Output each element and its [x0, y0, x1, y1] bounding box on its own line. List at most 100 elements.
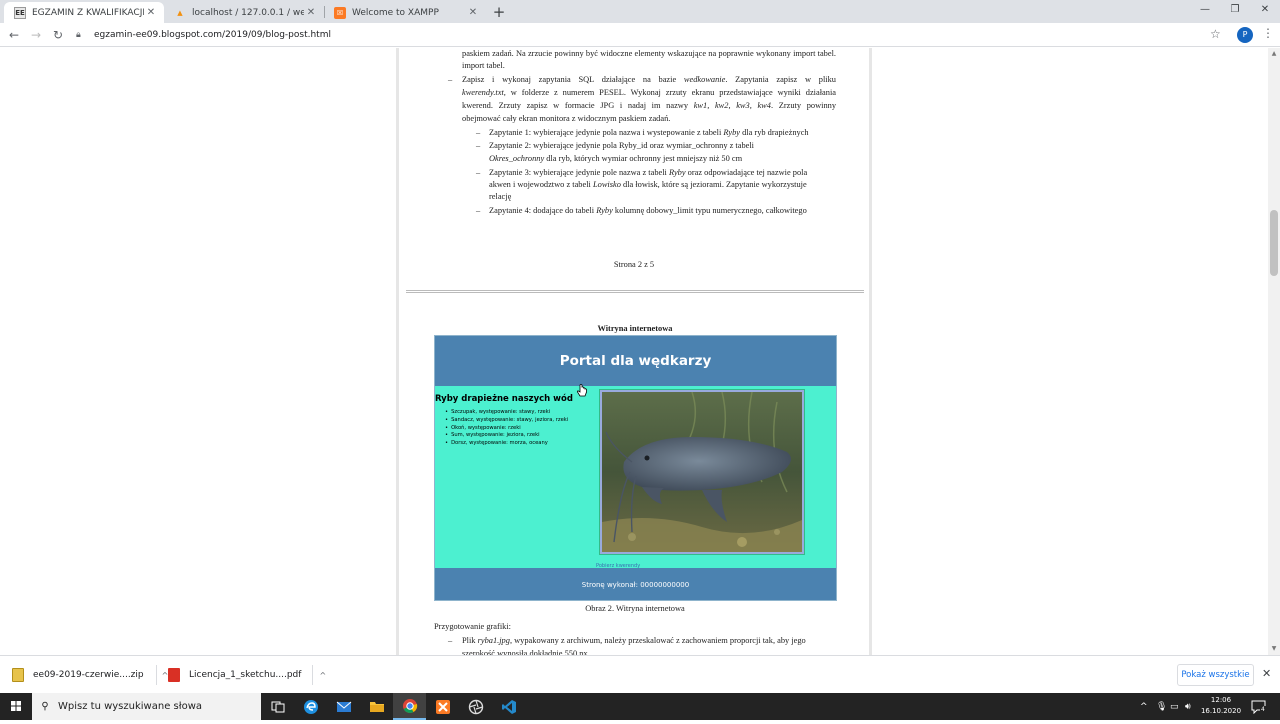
scroll-down-arrow-icon[interactable]: ▼ — [1268, 643, 1280, 655]
query-4: Zapytanie 4: dodające do tabeli Ryby kol… — [489, 206, 807, 215]
tab-title: Welcome to XAMPP — [352, 7, 439, 18]
new-tab-button[interactable]: + — [490, 3, 508, 21]
taskbar-chrome[interactable] — [393, 693, 426, 720]
paragraph-intro: paskiem zadań. Na zrzucie powinny być wi… — [462, 49, 836, 58]
page-number: Strona 2 z 5 — [613, 260, 655, 269]
tab-xampp[interactable]: ☒ Welcome to XAMPP ✕ — [324, 2, 486, 23]
volume-icon[interactable]: 🔊︎ — [1185, 693, 1191, 720]
search-placeholder: Wpisz tu wyszukiwane słowa — [58, 701, 203, 712]
list-item: Okoń, występowanie: rzeki — [445, 425, 568, 433]
list-dash: – — [448, 75, 453, 84]
document-edge — [396, 48, 399, 655]
reload-icon[interactable]: ↻ — [50, 27, 66, 43]
preview-header: Portal dla wędkarzy — [435, 336, 836, 386]
download-filename: ee09-2019-czerwie....zip — [33, 670, 144, 680]
query-1: Zapytanie 1: wybierające jedynie pola na… — [489, 128, 809, 137]
website-preview-image: Portal dla wędkarzy Ryby drapieżne naszy… — [434, 335, 837, 601]
download-shelf: ee09-2019-czerwie....zip ^ Licencja_1_sk… — [0, 655, 1280, 693]
browser-toolbar: ← → ↻ 🔒︎ egzamin-ee09.blogspot.com/2019/… — [0, 23, 1280, 47]
close-tab-icon[interactable]: ✕ — [304, 7, 318, 18]
figure-caption: Obraz 2. Witryna internetowa — [585, 604, 685, 613]
microphone-icon[interactable]: 🎙︎ — [1156, 693, 1167, 720]
list-dash: – — [476, 206, 481, 215]
scroll-up-arrow-icon[interactable]: ▲ — [1268, 48, 1280, 60]
sql-line-4: obejmować cały ekran monitora z widoczny… — [462, 114, 671, 123]
network-icon[interactable]: ▭ — [1170, 693, 1179, 720]
taskbar-xampp[interactable] — [426, 693, 459, 720]
scrollbar-thumb[interactable] — [1270, 210, 1278, 276]
restore-button[interactable]: ❐ — [1218, 0, 1252, 23]
address-bar[interactable]: 🔒︎ egzamin-ee09.blogspot.com/2019/09/blo… — [76, 26, 1226, 44]
edge-icon — [303, 699, 318, 714]
list-item: Sum, występowanie: jeziora, rzeki — [445, 432, 568, 440]
tab-egzamin[interactable]: EE EGZAMIN Z KWALIFIKACJI EE.09 - C ✕ — [4, 2, 164, 23]
chrome-icon — [402, 698, 417, 713]
graphics-heading: Przygotowanie grafiki: — [434, 622, 511, 631]
taskbar-app[interactable] — [459, 693, 492, 720]
list-item: Dorsz, występowanie: morza, oceany — [445, 440, 568, 448]
vertical-scrollbar[interactable]: ▲ ▼ — [1268, 48, 1280, 655]
folder-icon — [369, 702, 384, 712]
back-arrow-icon[interactable]: ← — [6, 27, 22, 43]
bookmark-star-icon[interactable]: ☆ — [1210, 27, 1221, 41]
action-center-button[interactable]: 4 — [1251, 699, 1267, 715]
task-view-icon — [271, 701, 284, 712]
chevron-up-icon[interactable]: ^ — [319, 671, 326, 680]
query-3-line-3: relację — [489, 192, 512, 201]
show-all-downloads-button[interactable]: Pokaż wszystkie — [1177, 664, 1254, 686]
windows-start-button[interactable] — [0, 693, 32, 720]
forward-arrow-icon[interactable]: → — [28, 27, 44, 43]
sql-line-3: kwerend. Zrzuty zapisz w formacie JPG i … — [462, 101, 837, 110]
taskbar-edge[interactable] — [294, 693, 327, 720]
aperture-icon — [468, 699, 483, 714]
query-3-line-2: akwen i wojewodztwo z tabeli Lowisko dla… — [489, 180, 807, 189]
section-title: Witryna internetowa — [597, 324, 673, 333]
profile-avatar[interactable]: P — [1237, 27, 1253, 43]
list-dash: – — [448, 636, 453, 645]
vscode-icon — [501, 699, 516, 714]
sql-line-2: kwerendy.txt, w folderze z numerem PESEL… — [462, 88, 836, 97]
taskbar-vscode[interactable] — [492, 693, 525, 720]
download-item-zip[interactable]: ee09-2019-czerwie....zip ^ — [12, 662, 168, 688]
minimize-button[interactable]: — — [1188, 0, 1222, 23]
list-dash: – — [476, 141, 481, 150]
taskbar-file-explorer[interactable] — [360, 693, 393, 720]
ee09-favicon: EE — [14, 6, 26, 19]
chevron-up-icon: ^ — [1140, 701, 1148, 712]
hand-cursor-icon — [576, 384, 587, 397]
show-hidden-icons[interactable]: ^ — [1140, 693, 1148, 720]
search-icon: ⚲ — [41, 701, 49, 712]
list-dash: – — [476, 128, 481, 137]
close-icon[interactable]: ✕ — [1262, 667, 1271, 680]
taskbar-search[interactable]: ⚲ Wpisz tu wyszukiwane słowa — [32, 693, 261, 720]
close-tab-icon[interactable]: ✕ — [466, 7, 480, 18]
catfish-illustration — [602, 392, 802, 552]
taskbar-clock[interactable]: 12:06 16.10.2020 — [1200, 695, 1242, 717]
pdf-file-icon — [168, 668, 180, 682]
download-filename: Licencja_1_sketchu....pdf — [189, 670, 302, 680]
preview-heading: Ryby drapieżne naszych wód — [435, 394, 573, 404]
close-window-button[interactable]: ✕ — [1248, 0, 1280, 23]
catfish-photo — [599, 389, 805, 555]
page-break-divider — [406, 290, 864, 293]
lock-icon: 🔒︎ — [76, 30, 81, 40]
task-view-button[interactable] — [261, 693, 294, 720]
query-2: Zapytanie 2: wybierające jedynie pola Ry… — [489, 141, 755, 150]
menu-kebab-icon[interactable]: ⋮ — [1262, 26, 1274, 40]
tab-strip: EE EGZAMIN Z KWALIFIKACJI EE.09 - C ✕ ▲ … — [0, 0, 1280, 23]
query-2-line-2: Okres_ochronny dla ryb, których wymiar o… — [489, 154, 743, 163]
list-item: Szczupak, występowanie: stawy, rzeki — [445, 409, 568, 417]
download-item-pdf[interactable]: Licencja_1_sketchu....pdf ^ — [168, 662, 326, 688]
preview-fish-list: Szczupak, występowanie: stawy, rzeki San… — [445, 409, 568, 448]
close-tab-icon[interactable]: ✕ — [144, 7, 158, 18]
tab-title: localhost / 127.0.0.1 / wedkowanie — [192, 7, 304, 18]
taskbar-mail[interactable] — [327, 693, 360, 720]
notification-count: 4 — [1260, 706, 1266, 713]
sql-line-1: Zapisz i wykonaj zapytania SQL działając… — [462, 75, 836, 84]
tab-phpmyadmin[interactable]: ▲ localhost / 127.0.0.1 / wedkowanie ✕ — [164, 2, 324, 23]
windows-taskbar: ⚲ Wpisz tu wyszukiwane słowa ^ 🎙︎ ▭ 🔊︎ 1… — [0, 693, 1280, 720]
clock-date: 16.10.2020 — [1200, 707, 1242, 715]
xampp-favicon: ☒ — [334, 6, 346, 19]
graphics-item: Plik ryba1.jpg, wypakowany z archiwum, n… — [462, 636, 806, 645]
graphics-item-line-2: szerokość wynosiła dokładnie 550 px — [462, 649, 588, 655]
